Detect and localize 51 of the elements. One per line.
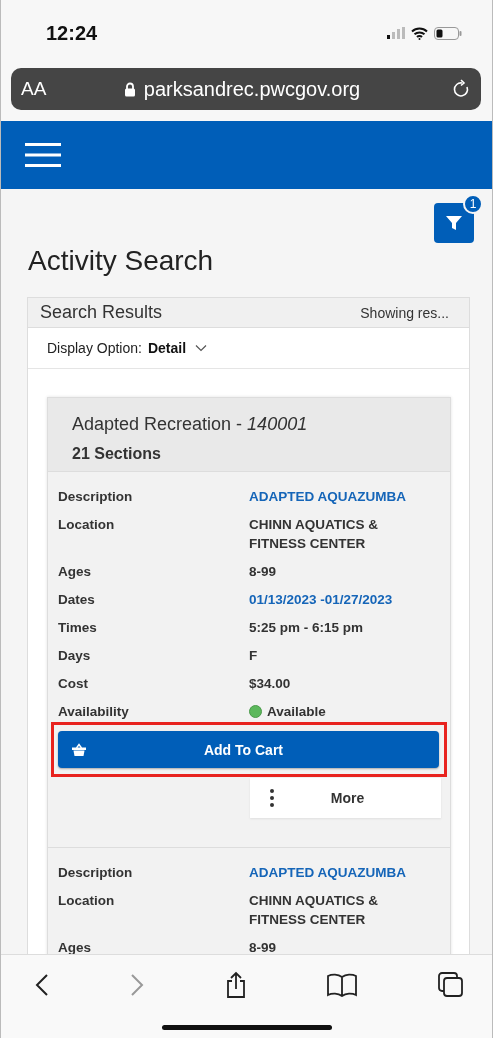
results-summary: Showing res... <box>360 304 449 321</box>
field-value: F <box>249 647 259 665</box>
field-value: 8-99 <box>249 939 278 954</box>
field-label: Description <box>58 488 134 506</box>
field-label: Ages <box>58 939 92 954</box>
filter-icon <box>445 214 463 232</box>
field-label: Times <box>58 619 98 637</box>
activity-title: Adapted Recreation - 140001 <box>72 413 309 436</box>
sections-count: 21 Sections <box>72 445 162 463</box>
share-icon[interactable] <box>224 971 247 999</box>
field-link[interactable]: 01/13/2023 -01/27/2023 <box>249 590 441 609</box>
add-to-cart-button[interactable]: Add To Cart <box>58 731 439 768</box>
clock-time: 12:24 <box>46 21 98 45</box>
text-size-button[interactable]: AA <box>21 78 61 100</box>
field-label: Location <box>58 516 116 534</box>
forward-icon[interactable] <box>129 973 144 997</box>
page-title: Activity Search <box>27 244 215 278</box>
field-link[interactable]: ADAPTED AQUAZUMBA <box>249 487 441 506</box>
back-icon[interactable] <box>35 973 49 997</box>
field-label: Description <box>58 864 134 882</box>
panel-title: Search Results <box>40 302 163 323</box>
signal-icon <box>387 27 405 39</box>
field-label: Cost <box>58 675 89 693</box>
basket-icon <box>72 743 86 756</box>
vertical-dots-icon <box>270 789 274 807</box>
wifi-icon <box>411 26 428 40</box>
reload-icon[interactable] <box>453 79 471 99</box>
field-value: $34.00 <box>249 675 292 693</box>
more-button[interactable]: More <box>250 778 441 818</box>
chevron-down-icon <box>195 344 208 352</box>
field-label: Days <box>58 647 92 665</box>
field-value: 8-99 <box>249 563 278 581</box>
display-option-label: Display Option: <box>47 340 142 356</box>
battery-icon <box>434 26 462 40</box>
field-label: Ages <box>58 563 92 581</box>
field-link[interactable]: ADAPTED AQUAZUMBA <box>249 863 441 882</box>
filter-count-badge: 1 <box>463 194 483 214</box>
field-label: Availability <box>58 703 130 721</box>
field-value: 5:25 pm - 6:15 pm <box>249 619 365 637</box>
tabs-icon[interactable] <box>438 972 464 998</box>
url-text: parksandrec.pwcgov.org <box>143 77 361 101</box>
address-bar[interactable]: AA parksandrec.pwcgov.org <box>11 68 481 110</box>
field-label: Dates <box>58 591 96 609</box>
menu-icon[interactable] <box>25 143 61 167</box>
field-value: CHINN AQUATICS & FITNESS CENTER <box>249 516 379 553</box>
book-icon[interactable] <box>327 973 358 997</box>
display-option-dropdown[interactable]: Detail <box>147 340 208 356</box>
field-label: Location <box>58 892 116 910</box>
field-value: CHINN AQUATICS & FITNESS CENTER <box>249 892 379 929</box>
status-text: Available <box>267 703 326 721</box>
lock-icon <box>123 81 136 97</box>
